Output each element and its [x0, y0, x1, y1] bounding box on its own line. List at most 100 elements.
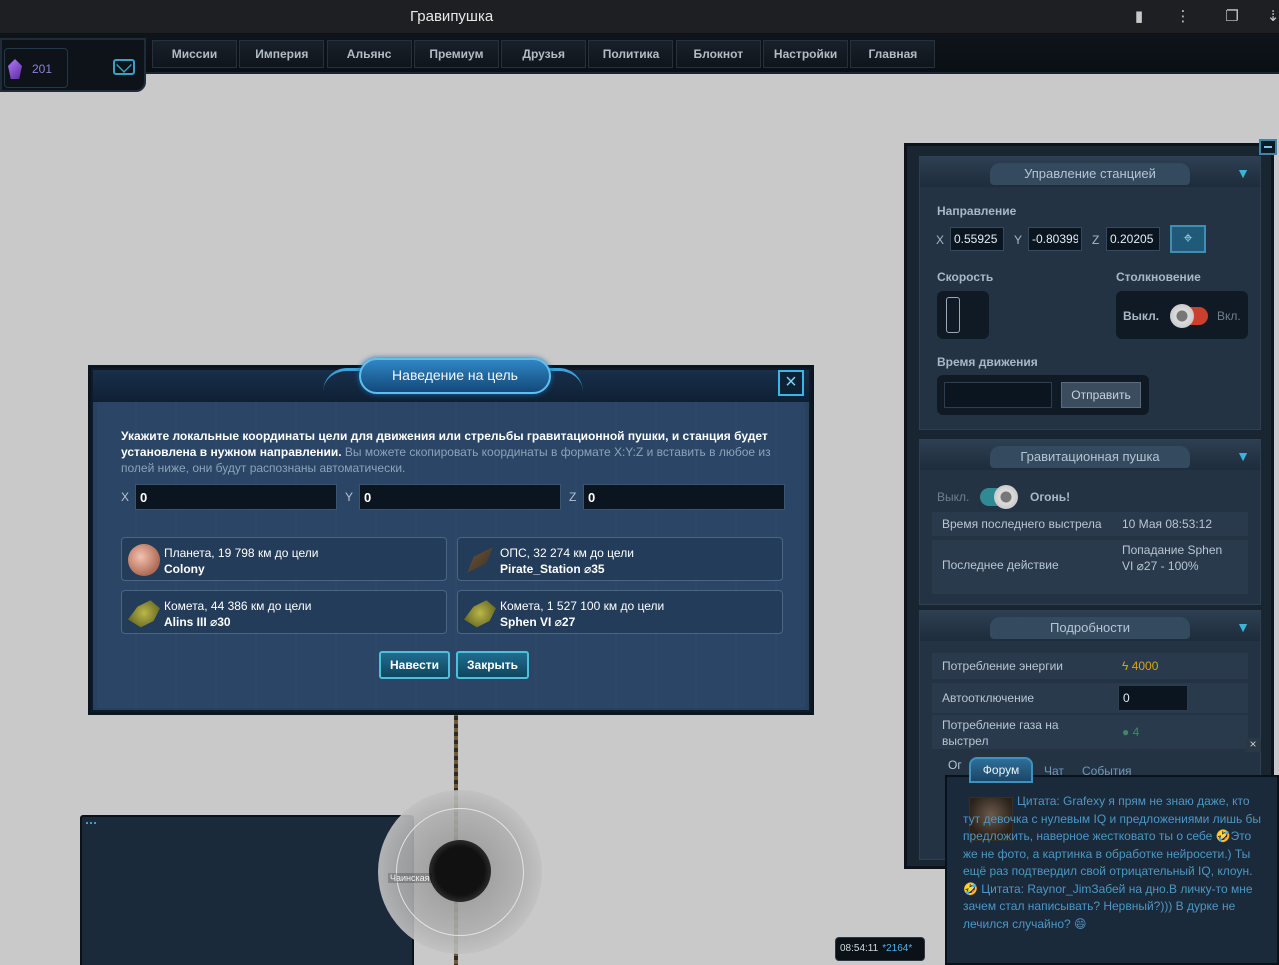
- direction-x-input[interactable]: [950, 227, 1004, 251]
- energy-value: ϟ 4000: [1122, 659, 1158, 673]
- reader-mode-icon[interactable]: ❐: [1221, 6, 1243, 28]
- chat-tab-forum[interactable]: Форум: [969, 757, 1033, 783]
- target-name: Sphen VI ⌀27: [500, 615, 576, 629]
- gas-amount: 4: [1132, 725, 1140, 739]
- nav-tab-empire[interactable]: Империя: [239, 40, 325, 68]
- comet-icon: [128, 600, 160, 628]
- last-shot-row: Время последнего выстрела 10 Мая 08:53:1…: [932, 512, 1248, 536]
- move-time-input[interactable]: [944, 382, 1052, 408]
- comet-icon: [464, 600, 496, 628]
- energy-icon: ϟ: [1122, 659, 1132, 673]
- chat-tab-chat[interactable]: Чат: [1044, 764, 1064, 778]
- chat-tab-events[interactable]: События: [1082, 764, 1132, 778]
- target-alins-iii[interactable]: Комета, 44 386 км до цели Alins III ⌀30: [121, 590, 447, 634]
- nav-tab-notepad[interactable]: Блокнот: [675, 40, 761, 68]
- gas-row: Потребление газа на выстрел ● 4: [932, 715, 1248, 749]
- section-title: Гравитационная пушка: [990, 446, 1190, 468]
- nav-tab-friends[interactable]: Друзья: [501, 40, 587, 68]
- close-icon[interactable]: ×: [778, 370, 804, 396]
- collision-off-label: Выкл.: [1123, 309, 1160, 323]
- target-distance: Комета, 1 527 100 км до цели: [500, 599, 665, 613]
- dialog-instruction: Укажите локальные координаты цели для дв…: [121, 428, 781, 476]
- last-action-row: Последнее действие Попадание Sphen VI ⌀2…: [932, 540, 1248, 594]
- dialog-buttons: Навести Закрыть: [379, 651, 530, 679]
- aim-button[interactable]: Навести: [379, 651, 451, 679]
- crystal-count: 201: [32, 62, 53, 76]
- section-header[interactable]: Управление станцией ▼: [920, 157, 1260, 187]
- gas-icon: ●: [1122, 725, 1133, 739]
- browser-tab-title: Гравипушка: [410, 8, 494, 25]
- browser-title-bar: Гравипушка ▮ ⋮ ❐ ⇣: [0, 0, 1279, 34]
- z-coordinate-input[interactable]: [583, 484, 785, 510]
- dialog-title: Наведение на цель: [359, 358, 551, 394]
- nav-tab-settings[interactable]: Настройки: [763, 40, 849, 68]
- target-colony[interactable]: Планета, 19 798 км до цели Colony: [121, 537, 447, 581]
- collapse-icon[interactable]: ▼: [1236, 448, 1250, 464]
- chat-message: Цитата: Grafexy я прям не знаю даже, кто…: [963, 794, 1262, 931]
- collision-on-label: Вкл.: [1217, 309, 1241, 323]
- targeting-dialog: Наведение на цель × Укажите локальные ко…: [91, 358, 811, 712]
- dir-x-label: X: [936, 233, 945, 247]
- auto-off-row: Автоотключение: [932, 683, 1248, 713]
- direction-z-input[interactable]: [1106, 227, 1160, 251]
- chat-close-icon[interactable]: ×: [1245, 738, 1261, 752]
- target-crosshair-icon[interactable]: ⌖: [1170, 225, 1206, 253]
- panel-minimize-icon[interactable]: [1259, 139, 1277, 155]
- section-title: Подробности: [990, 617, 1190, 639]
- x-coordinate-input[interactable]: [135, 484, 337, 510]
- collision-label: Столкновение: [1116, 270, 1201, 284]
- last-action-value: Попадание Sphen VI ⌀27 - 100%: [1122, 543, 1223, 573]
- mail-icon[interactable]: [113, 59, 135, 75]
- energy-amount: 4000: [1131, 659, 1159, 673]
- collapse-icon[interactable]: ▼: [1236, 619, 1250, 635]
- auto-off-input[interactable]: [1118, 685, 1188, 711]
- game-clock: 08:54:11 *2164*: [835, 937, 925, 961]
- collision-toggle[interactable]: [1170, 304, 1208, 328]
- target-distance: Планета, 19 798 км до цели: [164, 546, 319, 560]
- clock-extra: *2164*: [882, 943, 913, 954]
- y-label: Y: [345, 490, 354, 504]
- orb-core: [429, 840, 491, 902]
- nav-tab-missions[interactable]: Миссии: [152, 40, 237, 68]
- nav-tab-premium[interactable]: Премиум: [413, 40, 499, 68]
- target-sphen-vi[interactable]: Комета, 1 527 100 км до цели Sphen VI ⌀2…: [457, 590, 783, 634]
- nav-tab-alliance[interactable]: Альянс: [326, 40, 412, 68]
- last-action-label: Последнее действие: [942, 558, 1059, 572]
- partial-row-label: Ог: [948, 758, 962, 772]
- close-button[interactable]: Закрыть: [456, 651, 530, 679]
- last-shot-value: 10 Мая 08:53:12: [1122, 517, 1213, 531]
- y-coordinate-input[interactable]: [359, 484, 561, 510]
- coordinate-inputs: X Y Z: [121, 484, 791, 510]
- collapse-icon[interactable]: ▼: [1236, 165, 1250, 181]
- target-pirate-station[interactable]: ОПС, 32 274 км до цели Pirate_Station ⌀3…: [457, 537, 783, 581]
- gun-fire-toggle[interactable]: [980, 485, 1018, 509]
- target-distance: ОПС, 32 274 км до цели: [500, 546, 634, 560]
- speed-box: [937, 291, 989, 339]
- section-title: Управление станцией: [990, 163, 1190, 185]
- target-name: Pirate_Station ⌀35: [500, 562, 605, 576]
- send-button[interactable]: Отправить: [1061, 382, 1141, 408]
- speed-slider[interactable]: [946, 297, 960, 333]
- chat-icon[interactable]: [80, 815, 414, 965]
- gun-fire-label: Огонь!: [1030, 490, 1071, 504]
- last-shot-label: Время последнего выстрела: [942, 517, 1102, 531]
- gravity-gun-section: Гравитационная пушка ▼ Выкл. Огонь! Врем…: [919, 439, 1261, 605]
- direction-y-input[interactable]: [1028, 227, 1082, 251]
- nav-tab-politics[interactable]: Политика: [588, 40, 674, 68]
- station-section: Управление станцией ▼ Направление X Y Z …: [919, 156, 1261, 430]
- nav-tab-home[interactable]: Главная: [850, 40, 936, 68]
- more-menu-icon[interactable]: ⋮: [1172, 6, 1194, 28]
- dir-y-label: Y: [1014, 233, 1023, 247]
- speed-label: Скорость: [937, 270, 994, 284]
- dir-z-label: Z: [1092, 233, 1100, 247]
- target-name: Colony: [164, 562, 205, 576]
- section-header[interactable]: Подробности ▼: [920, 611, 1260, 641]
- download-icon[interactable]: ⇣: [1262, 6, 1279, 28]
- section-header[interactable]: Гравитационная пушка ▼: [920, 440, 1260, 470]
- auto-off-label: Автоотключение: [942, 691, 1035, 705]
- z-label: Z: [569, 490, 577, 504]
- bookmark-icon[interactable]: ▮: [1128, 6, 1150, 28]
- energy-label: Потребление энергии: [942, 659, 1063, 673]
- gas-label: Потребление газа на выстрел: [942, 718, 1059, 748]
- target-name: Alins III ⌀30: [164, 615, 231, 629]
